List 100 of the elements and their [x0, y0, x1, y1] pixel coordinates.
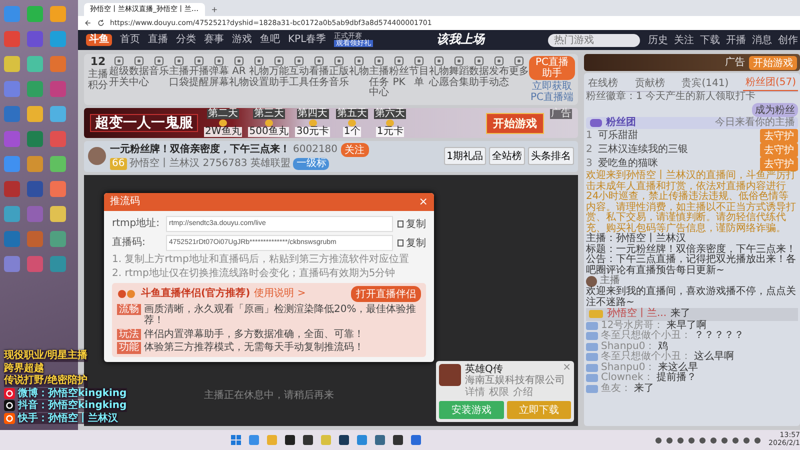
desktop-app-icon[interactable]	[4, 56, 20, 72]
desktop-app-icon[interactable]	[27, 256, 43, 272]
desktop-app-icon[interactable]	[27, 6, 43, 22]
tool-label[interactable]: 音乐	[149, 67, 169, 78]
tool-label[interactable]: 正版音乐	[329, 67, 349, 88]
info-link[interactable]: 权限	[489, 386, 509, 398]
header-action[interactable]: 开播	[726, 33, 746, 47]
desktop-app-icon[interactable]	[50, 156, 66, 172]
nav-link[interactable]: 游戏	[232, 34, 252, 46]
tool-label[interactable]: 更多	[509, 67, 529, 78]
nav-link[interactable]: 分类	[176, 34, 196, 46]
desktop-app-icon[interactable]	[50, 256, 66, 272]
rank-button[interactable]: 1期礼品	[444, 147, 486, 166]
desktop-app-icon[interactable]	[4, 6, 20, 22]
guard-button[interactable]: 去守护	[760, 157, 798, 171]
tool-label[interactable]: 发布动态	[489, 67, 509, 88]
tool-label[interactable]: 超级开关	[109, 67, 129, 88]
side-ad-banner[interactable]: 广告 开始游戏	[584, 54, 800, 71]
header-action[interactable]: 创作	[778, 33, 798, 47]
desktop-app-icon[interactable]	[27, 206, 43, 222]
tool-label[interactable]: 万能助手	[269, 67, 289, 88]
desktop-app-icon[interactable]	[50, 181, 66, 197]
site-logo[interactable]: 斗鱼	[86, 34, 112, 46]
info-link[interactable]: 详情	[465, 386, 485, 398]
tool-label[interactable]: 互动工具	[289, 67, 309, 88]
search-field[interactable]: 热门游戏	[548, 34, 640, 46]
open-companion-button[interactable]: 打开直播伴侣	[351, 286, 421, 302]
taskbar-app-icon[interactable]	[302, 434, 314, 446]
nav-link[interactable]: 首页	[120, 34, 140, 46]
join-fan-button[interactable]: 成为粉丝	[752, 102, 798, 116]
tool-label[interactable]: 开播提醒	[189, 67, 209, 88]
tool-label[interactable]: 节目单	[409, 67, 429, 88]
game-ad-banner[interactable]: 超变一人一鬼服 第二天 2W鱼丸 第三天 500鱼丸 第四天 30元卡 第五天 1个 第六天 1元卡 开始游戏 广告	[84, 108, 578, 138]
guard-button[interactable]: 去守护	[760, 143, 798, 157]
desktop-app-icon[interactable]	[50, 131, 66, 147]
tool-label[interactable]: 数据中心	[129, 67, 149, 88]
desktop-app-icon[interactable]	[27, 31, 43, 47]
tool-label[interactable]: 弹幕屏幕	[209, 67, 229, 88]
tool-label[interactable]: 舞蹈合集	[449, 67, 469, 88]
tool-label[interactable]: 主播口袋	[169, 67, 189, 88]
desktop-app-icon[interactable]	[50, 106, 66, 122]
desktop-app-icon[interactable]	[27, 106, 43, 122]
desktop-app-icon[interactable]	[50, 31, 66, 47]
close-button[interactable]: ×	[418, 195, 428, 208]
nav-link[interactable]: 鱼吧	[260, 34, 280, 46]
desktop-app-icon[interactable]	[27, 181, 43, 197]
chat-tab[interactable]: 贵宾(141)	[680, 74, 731, 91]
close-button[interactable]: ×	[562, 362, 571, 372]
new-tab-button[interactable]: +	[208, 5, 220, 16]
back-arrow-icon[interactable]	[84, 19, 92, 27]
pc-download-link[interactable]: 立即获取PC直播端	[529, 82, 575, 103]
desktop-app-icon[interactable]	[27, 231, 43, 247]
rank-button[interactable]: 全站榜	[489, 147, 525, 166]
nav-link[interactable]: KPL春季	[288, 34, 326, 46]
help-link[interactable]: 使用说明 >	[254, 288, 306, 300]
header-action[interactable]: 下载	[700, 33, 720, 47]
tool-label[interactable]: 礼物设置	[249, 67, 269, 88]
nav-link[interactable]: 直播	[148, 34, 168, 46]
pc-assistant-button[interactable]: PC直播助手	[529, 56, 575, 80]
tool-label[interactable]: 礼物心愿	[429, 67, 449, 88]
tool-label[interactable]: 看播任务	[309, 67, 329, 88]
header-action[interactable]: 消息	[752, 33, 772, 47]
desktop-app-icon[interactable]	[27, 56, 43, 72]
install-button[interactable]: 安装游戏	[439, 401, 504, 419]
guard-button[interactable]: 去守护	[760, 129, 798, 143]
rank-button[interactable]: 头条排名	[528, 147, 574, 166]
desktop-app-icon[interactable]	[50, 206, 66, 222]
desktop-app-icon[interactable]	[4, 156, 20, 172]
tool-label[interactable]: 礼物	[349, 67, 369, 78]
tool-label[interactable]: AR礼物	[229, 67, 249, 88]
start-game-button[interactable]: 开始游戏	[486, 112, 544, 134]
follow-button[interactable]: 关注	[340, 143, 369, 157]
desktop-app-icon[interactable]	[50, 6, 66, 22]
tool-label[interactable]: 数据助手	[469, 67, 489, 88]
desktop-app-icon[interactable]	[4, 81, 20, 97]
desktop-app-icon[interactable]	[4, 206, 20, 222]
start-game-button[interactable]: 开始游戏	[749, 56, 797, 70]
chat-tab[interactable]: 贡献榜	[632, 74, 667, 91]
header-action[interactable]: 历史	[648, 33, 668, 47]
taskbar-app-icon[interactable]	[284, 434, 296, 446]
copy-button[interactable]: 复制	[397, 236, 426, 250]
taskbar-app-icon[interactable]	[338, 434, 350, 446]
desktop-app-icon[interactable]	[50, 56, 66, 72]
tool-label[interactable]: 粉丝PK	[389, 67, 409, 88]
taskbar-app-icon[interactable]	[392, 434, 404, 446]
chat-tab[interactable]: 在线榜	[586, 74, 620, 91]
start-icon[interactable]	[230, 434, 242, 446]
category-link[interactable]: 英雄联盟	[250, 158, 290, 170]
copy-button[interactable]: 复制	[397, 216, 426, 230]
desktop-app-icon[interactable]	[4, 256, 20, 272]
desktop-app-icon[interactable]	[27, 156, 43, 172]
desktop-app-icon[interactable]	[4, 181, 20, 197]
header-action[interactable]: 关注	[674, 33, 694, 47]
desktop-app-icon[interactable]	[50, 231, 66, 247]
info-link[interactable]: 介绍	[513, 386, 533, 398]
nav-link[interactable]: 赛事	[204, 34, 224, 46]
desktop-app-icon[interactable]	[27, 81, 43, 97]
reload-icon[interactable]	[97, 19, 105, 27]
chat-tab[interactable]: 粉丝团(57)	[743, 74, 798, 91]
tool-label[interactable]: 主播任务中心	[369, 67, 389, 98]
